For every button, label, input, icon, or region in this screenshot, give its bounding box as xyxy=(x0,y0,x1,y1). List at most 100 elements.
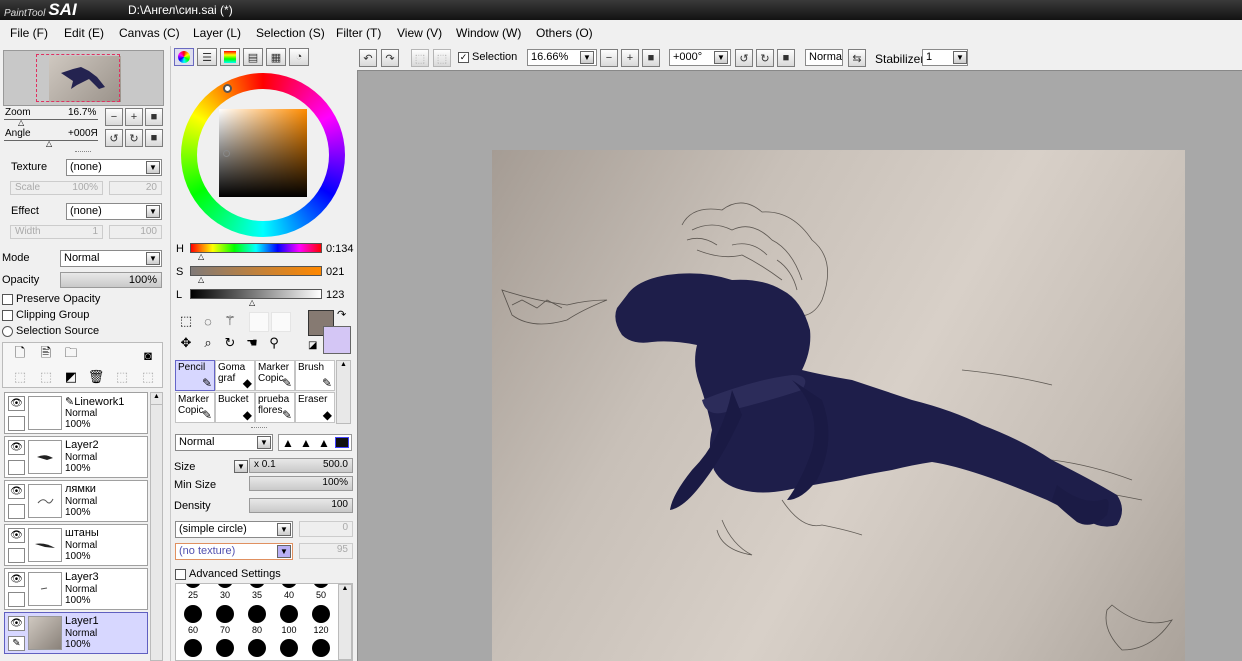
menu-selection[interactable]: Selection (S) xyxy=(256,26,325,40)
luminance-slider[interactable] xyxy=(190,289,322,299)
eye-icon[interactable]: 👁 xyxy=(8,440,25,455)
delete-mask-icon[interactable]: ⬚ xyxy=(139,368,157,386)
tool-eraser[interactable]: Eraser ◆ xyxy=(295,392,335,423)
menu-view[interactable]: View (V) xyxy=(397,26,442,40)
effect-width-slider[interactable]: Width 1 xyxy=(10,225,103,239)
swap-colors-icon[interactable]: ↷ xyxy=(337,308,346,321)
menu-file[interactable]: File (F) xyxy=(10,26,48,40)
size-preset-dot[interactable] xyxy=(280,639,298,657)
selection-source-radio[interactable]: Selection Source xyxy=(2,325,99,337)
layer-select-box[interactable] xyxy=(8,504,25,519)
brush-shape-amount[interactable]: 0 xyxy=(299,521,353,537)
toolbar-zoom-in-button[interactable]: + xyxy=(621,49,639,67)
scratchpad-tab[interactable]: ◔ xyxy=(289,48,309,66)
tool-pencil[interactable]: Pencil ✎ xyxy=(175,360,215,391)
layer-row[interactable]: 👁 Layer3 Normal 100% xyxy=(4,568,148,610)
brush-texture-amount[interactable]: 95 xyxy=(299,543,353,559)
menu-others[interactable]: Others (O) xyxy=(536,26,593,40)
layer-select-box[interactable] xyxy=(8,592,25,607)
toolbar-rotate-left-button[interactable]: ↺ xyxy=(735,49,753,67)
deselect-button[interactable]: ⬚ xyxy=(411,49,429,67)
size-preset-dot[interactable] xyxy=(313,584,329,588)
effect-width-number[interactable]: 100 xyxy=(109,225,162,239)
pencil-icon[interactable]: ✎ xyxy=(8,636,25,651)
view-blend-select[interactable]: Normal xyxy=(805,49,843,66)
eye-icon[interactable]: 👁 xyxy=(8,484,25,499)
tip-hard-icon[interactable]: ▲ xyxy=(318,436,330,450)
saturation-slider-thumb[interactable]: △ xyxy=(198,275,204,284)
undo-button[interactable]: ↶ xyxy=(359,49,377,67)
advanced-settings-checkbox[interactable]: Advanced Settings xyxy=(175,568,281,580)
brush-texture-dropdown-arrow[interactable]: ▼ xyxy=(277,545,291,558)
tip-flat-icon[interactable] xyxy=(335,437,349,448)
brush-texture-select[interactable]: (no texture) xyxy=(175,543,293,560)
move-icon[interactable]: ✥ xyxy=(177,334,195,352)
canvas-area[interactable] xyxy=(357,70,1242,661)
texture-dropdown-arrow[interactable]: ▼ xyxy=(146,161,160,174)
delete-layer-icon[interactable]: 🗑 xyxy=(87,368,105,386)
tool-goma-graf[interactable]: Goma graf ◆ xyxy=(215,360,255,391)
hand-icon[interactable]: ☚ xyxy=(243,334,261,352)
preserve-opacity-checkbox[interactable]: Preserve Opacity xyxy=(2,293,100,305)
layer-select-box[interactable] xyxy=(8,460,25,475)
navigator-preview[interactable] xyxy=(3,50,164,106)
brush-size-scrollbar[interactable]: ▲ xyxy=(338,584,352,660)
texture-scale-number[interactable]: 20 xyxy=(109,181,162,195)
menu-edit[interactable]: Edit (E) xyxy=(64,26,104,40)
zoom-in-button[interactable]: + xyxy=(125,108,143,126)
tool-brush[interactable]: Brush ✎ xyxy=(295,360,335,391)
layer-row[interactable]: 👁 ✎Linework1 Normal 100% xyxy=(4,392,148,434)
layer-list-scrollbar[interactable]: ▲ xyxy=(150,392,163,661)
size-preset-dot[interactable] xyxy=(185,584,201,588)
rotate-reset-button[interactable]: ■ xyxy=(145,129,163,147)
redo-button[interactable]: ↷ xyxy=(381,49,399,67)
tool-bucket[interactable]: Bucket ◆ xyxy=(215,392,255,423)
lasso-icon[interactable]: ◌ xyxy=(199,312,217,330)
merge-down-icon[interactable]: ⬚ xyxy=(37,368,55,386)
transfer-down-icon[interactable]: ⬚ xyxy=(11,368,29,386)
brush-size-slider[interactable]: x 0.1 500.0 xyxy=(249,458,353,473)
rotate-icon[interactable]: ↻ xyxy=(221,334,239,352)
rect-select-icon[interactable]: ⬚ xyxy=(177,312,195,330)
zoom-out-button[interactable]: − xyxy=(105,108,123,126)
brush-blend-dropdown-arrow[interactable]: ▼ xyxy=(257,436,271,449)
eyedropper-icon[interactable]: ⚲ xyxy=(265,334,283,352)
opacity-slider[interactable]: 100% xyxy=(60,272,162,288)
panel-splitter[interactable] xyxy=(251,427,267,429)
new-folder-icon[interactable]: 🗀 xyxy=(62,345,80,364)
size-preset-dot[interactable] xyxy=(281,584,297,588)
tool-prueba-flores[interactable]: prueba flores ✎ xyxy=(255,392,295,423)
rotate-left-button[interactable]: ↺ xyxy=(105,129,123,147)
hsv-slider-tab[interactable] xyxy=(220,48,240,66)
clipping-group-checkbox[interactable]: Clipping Group xyxy=(2,309,89,321)
secondary-color-swatch[interactable] xyxy=(323,326,351,354)
layer-row[interactable]: 👁 Layer2 Normal 100% xyxy=(4,436,148,478)
eye-icon[interactable]: 👁 xyxy=(8,616,25,631)
tip-medium-icon[interactable]: ▲ xyxy=(300,436,312,450)
toolbar-rotate-reset-button[interactable]: ■ xyxy=(777,49,795,67)
size-preset-dot[interactable] xyxy=(216,605,234,623)
size-preset-dot[interactable] xyxy=(312,639,330,657)
blend-mode-dropdown-arrow[interactable]: ▼ xyxy=(146,252,160,265)
zoom-dropdown-arrow[interactable]: ▼ xyxy=(580,51,594,64)
toolbar-zoom-out-button[interactable]: − xyxy=(600,49,618,67)
layer-select-box[interactable] xyxy=(8,548,25,563)
invert-selection-button[interactable]: ⬚ xyxy=(433,49,451,67)
tool-marker-copic-2[interactable]: Marker Copic ✎ xyxy=(175,392,215,423)
angle-slider-thumb[interactable]: △ xyxy=(46,139,52,148)
menu-layer[interactable]: Layer (L) xyxy=(193,26,241,40)
size-preset-dot[interactable] xyxy=(312,605,330,623)
angle-dropdown-arrow[interactable]: ▼ xyxy=(714,51,728,64)
new-linework-layer-icon[interactable]: 🖹 xyxy=(37,345,55,364)
menu-canvas[interactable]: Canvas (C) xyxy=(119,26,180,40)
apply-mask-icon[interactable]: ⬚ xyxy=(113,368,131,386)
eye-icon[interactable]: 👁 xyxy=(8,572,25,587)
menu-filter[interactable]: Filter (T) xyxy=(336,26,381,40)
rotate-right-button[interactable]: ↻ xyxy=(125,129,143,147)
color-bar-tab[interactable]: ▤ xyxy=(243,48,263,66)
effect-dropdown-arrow[interactable]: ▼ xyxy=(146,205,160,218)
zoom-reset-button[interactable]: ■ xyxy=(145,108,163,126)
flip-horizontal-button[interactable]: ⇆ xyxy=(848,49,866,67)
rgb-slider-tab[interactable]: ☰ xyxy=(197,48,217,66)
size-preset-dot[interactable] xyxy=(217,584,233,588)
